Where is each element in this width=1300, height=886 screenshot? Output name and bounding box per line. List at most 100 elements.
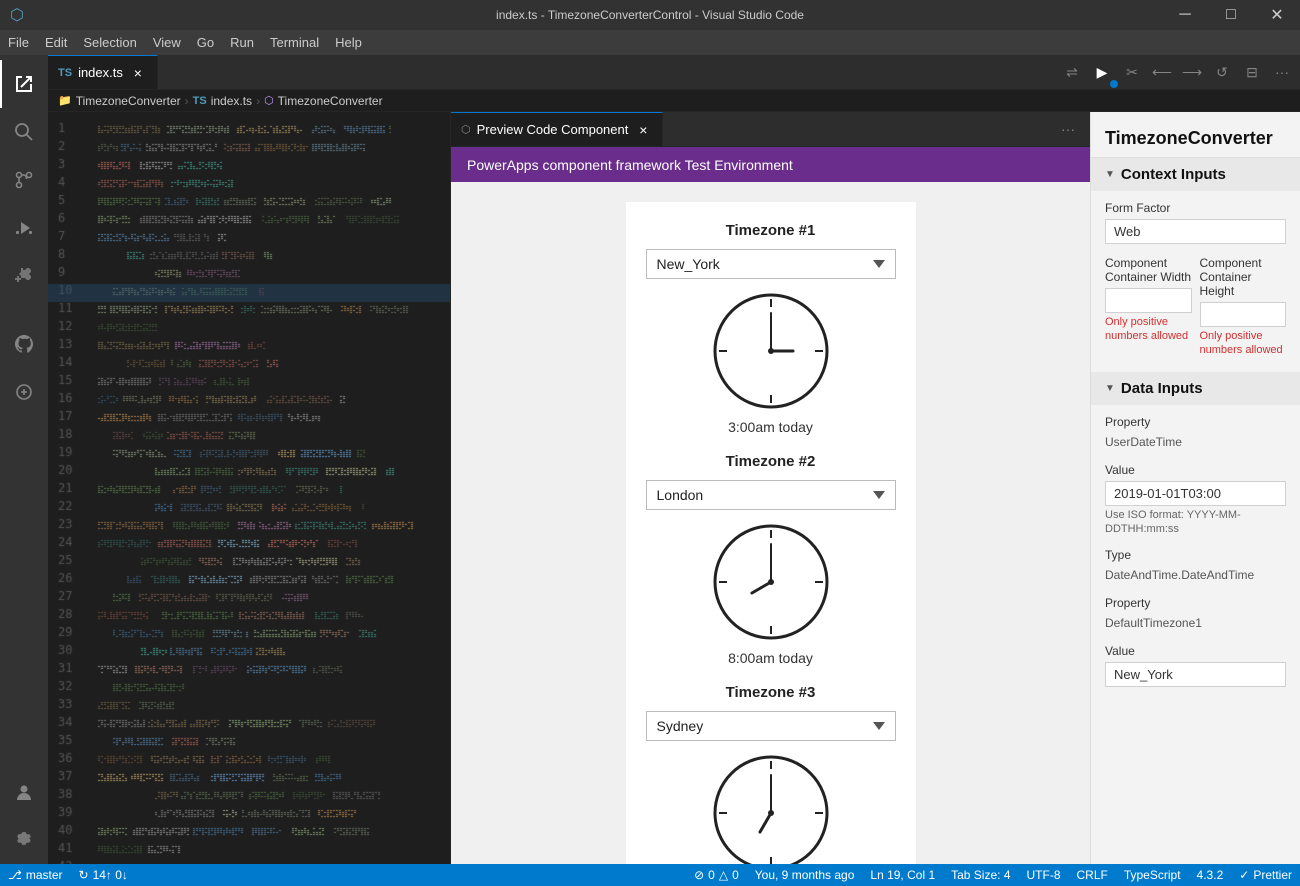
close-button[interactable]: ✕ — [1254, 0, 1300, 30]
property-2-value: DefaultTimezone1 — [1105, 614, 1286, 632]
run-action-button[interactable]: ▶ — [1088, 58, 1116, 86]
restart-action-button[interactable]: ↺ — [1208, 58, 1236, 86]
tab-bar: TS index.ts × ⇌ ▶ ✂ ⟵ ⟶ ↺ ⊟ ··· — [48, 55, 1300, 90]
version-label: 4.3.2 — [1197, 868, 1224, 882]
breadcrumb-item-2[interactable]: index.ts — [211, 94, 252, 108]
eol-status[interactable]: CRLF — [1069, 868, 1116, 882]
form-factor-label: Form Factor — [1105, 201, 1286, 215]
form-factor-group: Form Factor — [1105, 201, 1286, 244]
folder-icon: 📁 — [58, 94, 72, 107]
timezone-1-select[interactable]: New_York — [646, 249, 896, 279]
value-2-label: Value — [1105, 644, 1286, 658]
property-1-label: Property — [1105, 415, 1286, 429]
eol-label: CRLF — [1077, 868, 1108, 882]
back-action-button[interactable]: ⟵ — [1148, 58, 1176, 86]
preview-tab-close-button[interactable]: × — [634, 121, 652, 139]
errors-status[interactable]: ⊘ 0 △ 0 — [686, 868, 747, 882]
preview-header-title: PowerApps component framework Test Envir… — [467, 157, 793, 173]
breadcrumb-item-1[interactable]: TimezoneConverter — [76, 94, 181, 108]
breadcrumb-item-3[interactable]: TimezoneConverter — [278, 94, 383, 108]
timezone-2-time: 8:00am today — [646, 650, 896, 666]
value-1-group: Value Use ISO format: YYYY-MM-DDTHH:mm:s… — [1105, 463, 1286, 537]
scissors-action-button[interactable]: ✂ — [1118, 58, 1146, 86]
container-width-col: Component Container Width Only positive … — [1105, 256, 1192, 358]
warning-icon: △ — [719, 868, 728, 882]
property-1-group: Property UserDateTime — [1105, 415, 1286, 451]
explorer-icon[interactable] — [0, 60, 48, 108]
clock-3-svg — [711, 753, 831, 864]
container-height-label: Component Container Height — [1200, 256, 1287, 298]
menu-terminal[interactable]: Terminal — [262, 30, 327, 55]
menu-file[interactable]: File — [0, 30, 37, 55]
container-height-col: Component Container Height Only positive… — [1200, 256, 1287, 358]
sync-label: 14↑ 0↓ — [93, 868, 128, 882]
accounts-icon[interactable] — [0, 768, 48, 816]
code-editor[interactable] — [48, 112, 450, 864]
timezone-2-label: Timezone #2 — [646, 453, 896, 470]
tab-label: index.ts — [78, 65, 123, 80]
preview-more-button[interactable]: ··· — [1054, 115, 1082, 143]
value-1-input[interactable] — [1105, 481, 1286, 506]
clock-1-svg — [711, 291, 831, 411]
timezone-3-label: Timezone #3 — [646, 684, 896, 701]
language-status[interactable]: TypeScript — [1116, 868, 1189, 882]
timezone-3-select[interactable]: Sydney — [646, 711, 896, 741]
data-inputs-title: Data Inputs — [1121, 380, 1203, 397]
timezone-2-select[interactable]: London — [646, 480, 896, 510]
git-branch-status[interactable]: ⎇ master — [0, 864, 71, 886]
split-action-button[interactable]: ⊟ — [1238, 58, 1266, 86]
data-inputs-content: Property UserDateTime Value Use ISO form… — [1091, 405, 1300, 710]
more-actions-button[interactable]: ··· — [1268, 58, 1296, 86]
menu-bar: File Edit Selection View Go Run Terminal… — [0, 30, 1300, 55]
typescript-file-icon: TS — [58, 67, 72, 79]
sync-status[interactable]: ↻ 14↑ 0↓ — [71, 864, 136, 886]
menu-edit[interactable]: Edit — [37, 30, 75, 55]
preview-body[interactable]: Timezone #1 New_York — [451, 182, 1090, 864]
container-height-input[interactable] — [1200, 302, 1287, 327]
menu-go[interactable]: Go — [189, 30, 222, 55]
search-icon[interactable] — [0, 108, 48, 156]
preview-tab[interactable]: ⬡ Preview Code Component × — [451, 112, 663, 146]
tab-size-label: Tab Size: 4 — [951, 868, 1010, 882]
prettier-status[interactable]: ✓ Prettier — [1231, 868, 1300, 882]
menu-run[interactable]: Run — [222, 30, 262, 55]
extensions-icon[interactable] — [0, 252, 48, 300]
sync-icon: ↻ — [79, 868, 89, 882]
title-bar: ⬡ index.ts - TimezoneConverterControl - … — [0, 0, 1300, 30]
github-icon[interactable] — [0, 320, 48, 368]
right-panel: TimezoneConverter ▼ Context Inputs Form … — [1090, 112, 1300, 864]
editor-tab-index-ts[interactable]: TS index.ts × — [48, 55, 158, 89]
class-icon: ⬡ — [264, 94, 274, 107]
container-width-input[interactable] — [1105, 288, 1192, 313]
menu-help[interactable]: Help — [327, 30, 370, 55]
context-inputs-chevron-icon: ▼ — [1105, 169, 1115, 180]
context-inputs-section-header[interactable]: ▼ Context Inputs — [1091, 158, 1300, 191]
forward-action-button[interactable]: ⟶ — [1178, 58, 1206, 86]
tab-close-button[interactable]: × — [129, 64, 147, 82]
menu-selection[interactable]: Selection — [75, 30, 144, 55]
live-share-icon[interactable] — [0, 368, 48, 416]
encoding-status[interactable]: UTF-8 — [1019, 868, 1069, 882]
version-status[interactable]: 4.3.2 — [1189, 868, 1232, 882]
position-status[interactable]: Ln 19, Col 1 — [862, 868, 943, 882]
property-2-group: Property DefaultTimezone1 — [1105, 596, 1286, 632]
data-inputs-section-header[interactable]: ▼ Data Inputs — [1091, 372, 1300, 405]
position-label: Ln 19, Col 1 — [870, 868, 935, 882]
preview-panel: ⬡ Preview Code Component × ··· PowerApps… — [450, 112, 1090, 864]
status-bar: ⎇ master ↻ 14↑ 0↓ ⊘ 0 △ 0 You, 9 months … — [0, 864, 1300, 886]
transform-action-button[interactable]: ⇌ — [1058, 58, 1086, 86]
type-1-value: DateAndTime.DateAndTime — [1105, 566, 1286, 584]
minimize-button[interactable]: ─ — [1162, 0, 1208, 30]
right-panel-title: TimezoneConverter — [1091, 112, 1300, 158]
value-2-input[interactable] — [1105, 662, 1286, 687]
value-2-group: Value — [1105, 644, 1286, 687]
maximize-button[interactable]: □ — [1208, 0, 1254, 30]
git-branch-label: master — [26, 868, 63, 882]
git-blame-status[interactable]: You, 9 months ago — [747, 868, 863, 882]
settings-icon[interactable] — [0, 816, 48, 864]
source-control-icon[interactable] — [0, 156, 48, 204]
run-debug-icon[interactable] — [0, 204, 48, 252]
tab-size-status[interactable]: Tab Size: 4 — [943, 868, 1018, 882]
menu-view[interactable]: View — [145, 30, 189, 55]
form-factor-input[interactable] — [1105, 219, 1286, 244]
